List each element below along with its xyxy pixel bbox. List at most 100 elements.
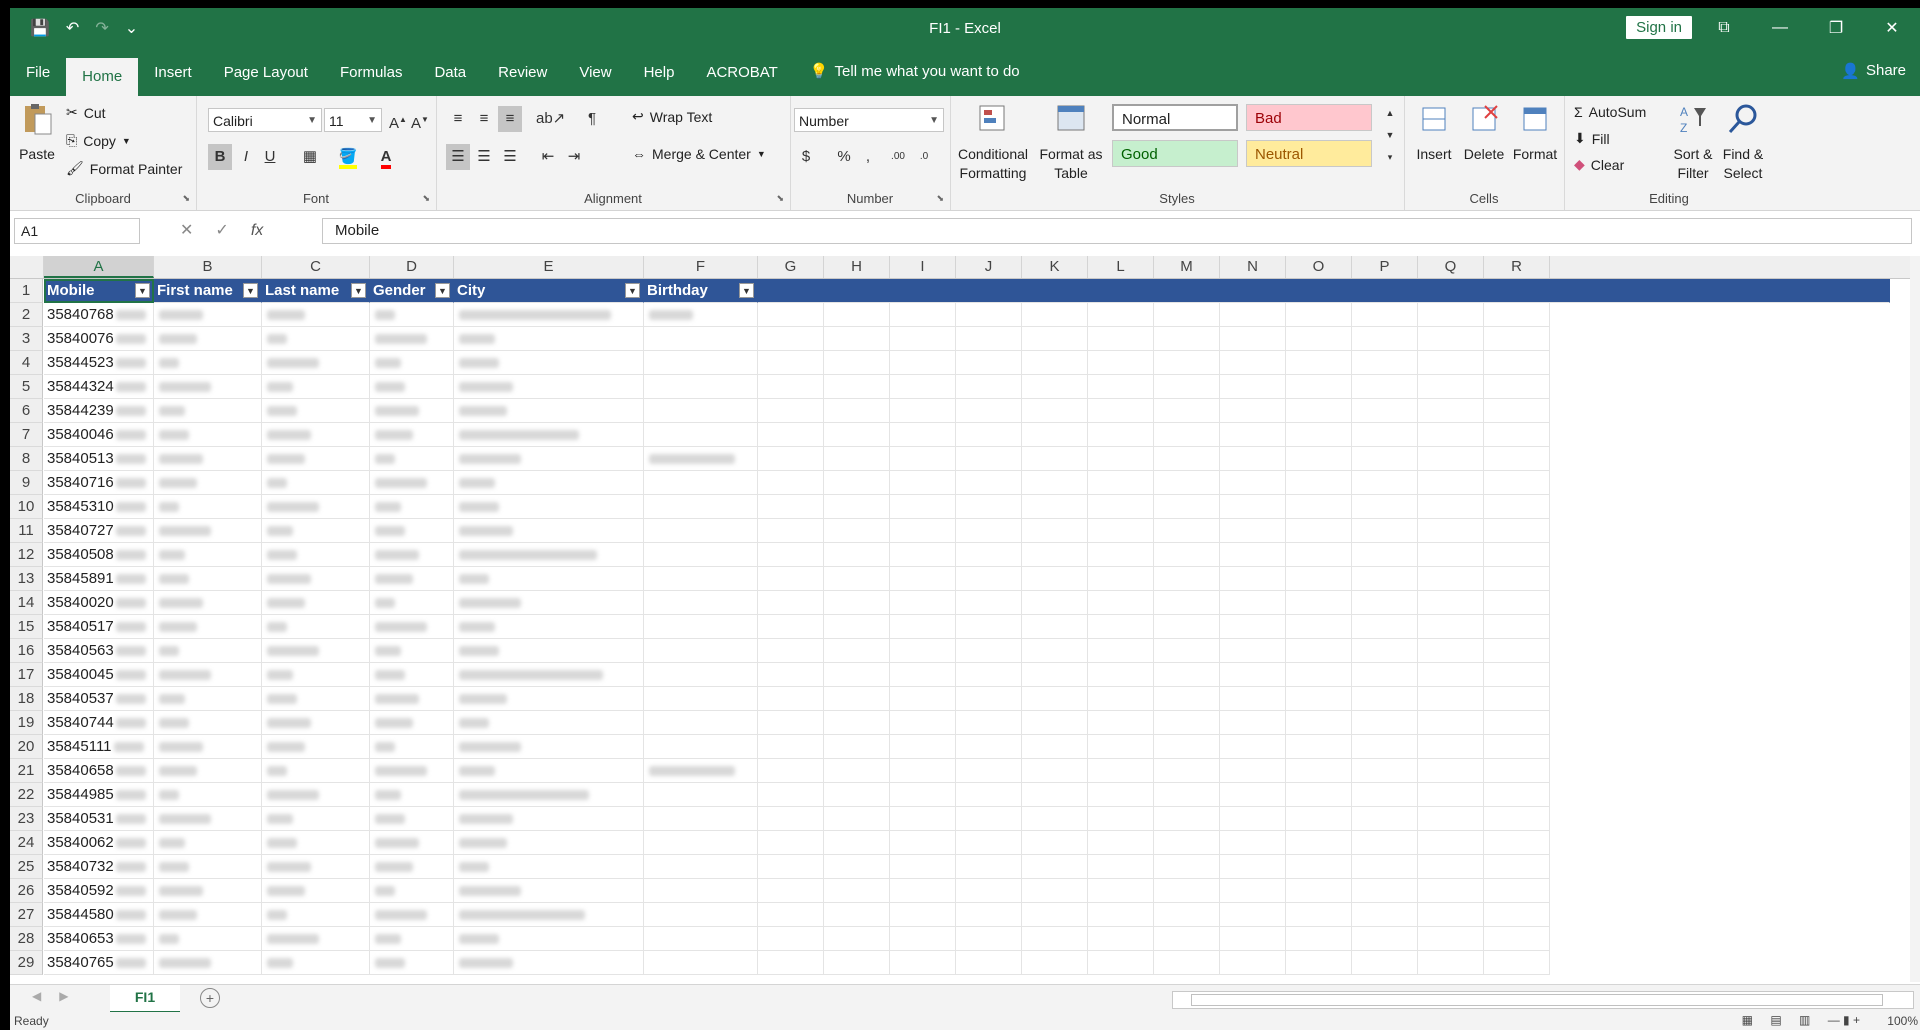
cell[interactable] bbox=[644, 471, 758, 495]
cell[interactable] bbox=[154, 879, 262, 903]
cell[interactable] bbox=[1286, 879, 1352, 903]
cell[interactable] bbox=[154, 759, 262, 783]
percent-button[interactable]: % bbox=[832, 144, 856, 170]
cell[interactable] bbox=[890, 903, 956, 927]
cell[interactable] bbox=[1352, 903, 1418, 927]
cell[interactable] bbox=[956, 519, 1022, 543]
cell[interactable] bbox=[1418, 903, 1484, 927]
tab-page-layout[interactable]: Page Layout bbox=[208, 48, 324, 96]
cell[interactable] bbox=[262, 447, 370, 471]
cell[interactable] bbox=[644, 711, 758, 735]
cell[interactable] bbox=[1286, 567, 1352, 591]
cell[interactable] bbox=[956, 855, 1022, 879]
cell[interactable] bbox=[1286, 327, 1352, 351]
cell[interactable] bbox=[890, 423, 956, 447]
cell[interactable] bbox=[890, 303, 956, 327]
cell[interactable] bbox=[1352, 663, 1418, 687]
cell[interactable] bbox=[1418, 303, 1484, 327]
cell[interactable] bbox=[758, 495, 824, 519]
mobile-cell[interactable]: 35840537 bbox=[44, 687, 154, 711]
cell[interactable] bbox=[1286, 519, 1352, 543]
cell[interactable] bbox=[1088, 351, 1154, 375]
cell[interactable] bbox=[1352, 471, 1418, 495]
cell[interactable] bbox=[890, 783, 956, 807]
normal-view-icon[interactable]: ▦ bbox=[1742, 1013, 1753, 1027]
cell[interactable] bbox=[1418, 567, 1484, 591]
cell[interactable] bbox=[1220, 831, 1286, 855]
cell[interactable] bbox=[454, 447, 644, 471]
cell[interactable] bbox=[824, 423, 890, 447]
cell[interactable] bbox=[262, 735, 370, 759]
style-bad[interactable]: Bad bbox=[1246, 104, 1372, 131]
cell[interactable] bbox=[370, 423, 454, 447]
cell[interactable] bbox=[758, 735, 824, 759]
cell[interactable] bbox=[1220, 375, 1286, 399]
cell[interactable] bbox=[1022, 375, 1088, 399]
cell[interactable] bbox=[1154, 543, 1220, 567]
row-number[interactable]: 29 bbox=[10, 951, 43, 975]
cell[interactable] bbox=[154, 735, 262, 759]
cell[interactable] bbox=[262, 471, 370, 495]
cell[interactable] bbox=[1220, 855, 1286, 879]
tab-review[interactable]: Review bbox=[482, 48, 563, 96]
cell[interactable] bbox=[1418, 927, 1484, 951]
tab-data[interactable]: Data bbox=[418, 48, 482, 96]
cell[interactable] bbox=[1022, 567, 1088, 591]
cell[interactable] bbox=[1022, 927, 1088, 951]
cell[interactable] bbox=[1220, 471, 1286, 495]
cell[interactable] bbox=[890, 927, 956, 951]
page-layout-icon[interactable]: ▤ bbox=[1770, 1013, 1781, 1027]
cell[interactable] bbox=[890, 831, 956, 855]
cell[interactable] bbox=[1484, 687, 1550, 711]
cell[interactable] bbox=[1484, 903, 1550, 927]
orientation-icon[interactable]: ab↗ bbox=[536, 106, 565, 132]
format-cells-button[interactable]: Format bbox=[1510, 102, 1560, 164]
cell[interactable] bbox=[370, 759, 454, 783]
cell[interactable] bbox=[1154, 783, 1220, 807]
name-box[interactable]: A1 bbox=[14, 218, 140, 244]
cell[interactable] bbox=[890, 687, 956, 711]
column-header-o[interactable]: O bbox=[1286, 256, 1352, 278]
cell[interactable] bbox=[1088, 663, 1154, 687]
cell[interactable] bbox=[890, 375, 956, 399]
column-header-e[interactable]: E bbox=[454, 256, 644, 278]
cell[interactable] bbox=[824, 567, 890, 591]
cell[interactable] bbox=[1088, 303, 1154, 327]
cell[interactable] bbox=[1220, 303, 1286, 327]
cell[interactable] bbox=[1484, 855, 1550, 879]
cell[interactable] bbox=[1418, 831, 1484, 855]
cell[interactable] bbox=[370, 471, 454, 495]
column-header-k[interactable]: K bbox=[1022, 256, 1088, 278]
cell[interactable] bbox=[1088, 567, 1154, 591]
table-header-cell[interactable]: Birthday ▼ bbox=[644, 279, 758, 303]
font-family-select[interactable]: Calibri ▼ bbox=[208, 108, 322, 132]
cell[interactable] bbox=[1220, 423, 1286, 447]
cell[interactable] bbox=[154, 783, 262, 807]
cell[interactable] bbox=[1088, 399, 1154, 423]
cell[interactable] bbox=[454, 687, 644, 711]
scroll-thumb[interactable] bbox=[1191, 994, 1883, 1006]
insert-function-icon[interactable]: fx bbox=[251, 218, 263, 244]
mobile-cell[interactable]: 35840531 bbox=[44, 807, 154, 831]
row-number[interactable]: 13 bbox=[10, 567, 43, 591]
cell[interactable] bbox=[1220, 807, 1286, 831]
find-select-button[interactable]: Find & Select bbox=[1718, 102, 1768, 183]
mobile-cell[interactable]: 35840076 bbox=[44, 327, 154, 351]
cell[interactable] bbox=[890, 615, 956, 639]
cell[interactable] bbox=[154, 591, 262, 615]
cell[interactable] bbox=[1484, 327, 1550, 351]
cell[interactable] bbox=[956, 615, 1022, 639]
cell[interactable] bbox=[154, 663, 262, 687]
cell[interactable] bbox=[1352, 807, 1418, 831]
cell[interactable] bbox=[1352, 591, 1418, 615]
cell[interactable] bbox=[824, 399, 890, 423]
cell[interactable] bbox=[1418, 375, 1484, 399]
align-left-icon[interactable]: ☰ bbox=[446, 144, 470, 170]
cell[interactable] bbox=[262, 615, 370, 639]
cell[interactable] bbox=[1154, 375, 1220, 399]
cell[interactable] bbox=[1286, 759, 1352, 783]
cell[interactable] bbox=[1352, 519, 1418, 543]
cell[interactable] bbox=[1220, 327, 1286, 351]
cell[interactable] bbox=[154, 375, 262, 399]
cell[interactable] bbox=[644, 351, 758, 375]
